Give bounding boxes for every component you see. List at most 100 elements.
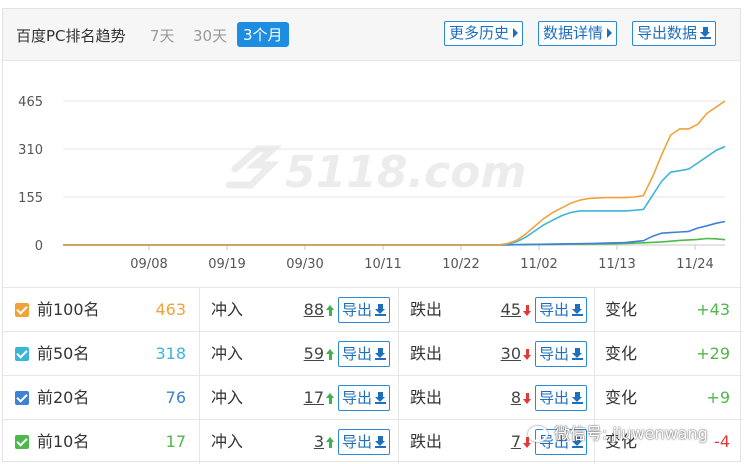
y-tick-label: 155 (18, 191, 43, 206)
export-label: 导出 (539, 345, 570, 363)
wechat-watermark: 微信号: jiuwenwang (528, 420, 742, 444)
export-label: 导出 (342, 345, 373, 363)
x-axis-ticks: 09/08 09/19 09/30 10/11 10/22 11/02 11/13 11/24 (130, 245, 714, 272)
watermark-text: 5118.com (285, 147, 526, 198)
in-value-cell[interactable]: 17 (304, 376, 335, 420)
out-value-link[interactable]: 45 (501, 300, 521, 319)
y-tick-label: 465 (18, 95, 43, 110)
export-in-button[interactable]: 导出 (338, 341, 391, 367)
download-icon (572, 392, 584, 404)
x-tick-label: 09/19 (208, 257, 245, 272)
row-count: 17 (165, 432, 186, 451)
arrow-down-icon (523, 349, 532, 360)
in-value-link[interactable]: 17 (304, 388, 324, 407)
out-value-link[interactable]: 8 (511, 388, 521, 407)
row-label: 前50名 (37, 344, 90, 363)
in-value-link[interactable]: 3 (314, 432, 324, 451)
x-tick-label: 10/11 (364, 257, 401, 272)
out-value-cell[interactable]: 30 (501, 332, 532, 376)
export-in-button[interactable]: 导出 (338, 385, 391, 411)
wechat-id-text: 微信号: jiuwenwang (554, 424, 708, 443)
export-in-button[interactable]: 导出 (338, 297, 391, 323)
x-tick-label: 09/30 (286, 257, 323, 272)
out-label: 跌出 (410, 432, 443, 451)
in-value-cell[interactable]: 59 (304, 332, 335, 376)
y-tick-label: 0 (35, 239, 43, 254)
export-label: 导出 (539, 389, 570, 407)
export-out-button[interactable]: 导出 (535, 385, 588, 411)
ranking-trend-chart: 5118.com 0 155 310 465 09/08 09/19 09/30 10/11… (18, 95, 726, 272)
export-label: 导出 (342, 389, 373, 407)
export-label: 导出 (342, 433, 373, 451)
in-value-link[interactable]: 88 (304, 300, 324, 319)
download-icon (375, 436, 387, 448)
change-label: 变化 (605, 388, 638, 407)
change-value: +9 (706, 388, 730, 407)
range-30-days[interactable]: 30天 (193, 25, 227, 46)
y-tick-label: 310 (18, 143, 43, 158)
out-value-cell[interactable]: 45 (501, 288, 532, 332)
row-checkbox[interactable] (15, 347, 29, 361)
out-label: 跌出 (410, 300, 443, 319)
caret-right-icon (607, 28, 613, 38)
table-row: 前20名 76 冲入 17 导出 跌出 8 导出 变化 +9 (3, 375, 742, 420)
export-data-button[interactable]: 导出数据 (632, 21, 717, 46)
row-checkbox[interactable] (15, 303, 29, 317)
wechat-icon (528, 426, 548, 442)
range-7-days[interactable]: 7天 (150, 25, 175, 46)
more-history-label: 更多历史 (449, 24, 510, 42)
out-label: 跌出 (410, 344, 443, 363)
table-row: 前50名 318 冲入 59 导出 跌出 30 导出 变化 +29 (3, 331, 742, 376)
out-value-link[interactable]: 7 (511, 432, 521, 451)
change-label: 变化 (605, 300, 638, 319)
arrow-up-icon (326, 393, 335, 404)
row-label: 前100名 (37, 300, 100, 319)
x-tick-label: 11/24 (676, 257, 713, 272)
out-value-link[interactable]: 30 (501, 344, 521, 363)
export-label: 导出 (539, 301, 570, 319)
download-icon (375, 304, 387, 316)
in-label: 冲入 (211, 344, 244, 363)
row-count: 463 (155, 300, 186, 319)
export-out-button[interactable]: 导出 (535, 341, 588, 367)
in-value-cell[interactable]: 88 (304, 288, 335, 332)
in-label: 冲入 (211, 432, 244, 451)
export-data-label: 导出数据 (637, 24, 698, 42)
ranking-trend-card: 百度PC排名趋势 7天 30天 3个月 更多历史 数据详情 导出数据 5118.… (2, 8, 742, 464)
download-icon (572, 304, 584, 316)
row-count: 318 (155, 344, 186, 363)
out-label: 跌出 (410, 388, 443, 407)
row-count: 76 (165, 388, 186, 407)
card-title: 百度PC排名趋势 (16, 27, 126, 45)
download-icon (700, 27, 712, 39)
arrow-up-icon (326, 349, 335, 360)
card-header: 百度PC排名趋势 7天 30天 3个月 更多历史 数据详情 导出数据 (3, 9, 740, 61)
x-tick-label: 10/22 (442, 257, 479, 272)
export-out-button[interactable]: 导出 (535, 297, 588, 323)
arrow-up-icon (326, 437, 335, 448)
out-value-cell[interactable]: 8 (511, 376, 532, 420)
range-3-months[interactable]: 3个月 (237, 22, 289, 47)
change-label: 变化 (605, 344, 638, 363)
change-value: +43 (696, 300, 730, 319)
download-icon (572, 348, 584, 360)
change-value: +29 (696, 344, 730, 363)
y-axis-ticks: 0 155 310 465 (18, 95, 43, 254)
export-in-button[interactable]: 导出 (338, 429, 391, 455)
row-checkbox[interactable] (15, 391, 29, 405)
x-tick-label: 09/08 (130, 257, 167, 272)
row-label: 前10名 (37, 432, 90, 451)
arrow-down-icon (523, 393, 532, 404)
row-checkbox[interactable] (15, 435, 29, 449)
arrow-up-icon (326, 305, 335, 316)
data-details-label: 数据详情 (543, 24, 604, 42)
x-tick-label: 11/13 (598, 257, 635, 272)
in-value-link[interactable]: 59 (304, 344, 324, 363)
data-details-button[interactable]: 数据详情 (538, 21, 618, 46)
in-label: 冲入 (211, 388, 244, 407)
in-value-cell[interactable]: 3 (314, 420, 335, 464)
x-tick-label: 11/02 (520, 257, 557, 272)
in-label: 冲入 (211, 300, 244, 319)
arrow-down-icon (523, 305, 532, 316)
more-history-button[interactable]: 更多历史 (444, 21, 524, 46)
